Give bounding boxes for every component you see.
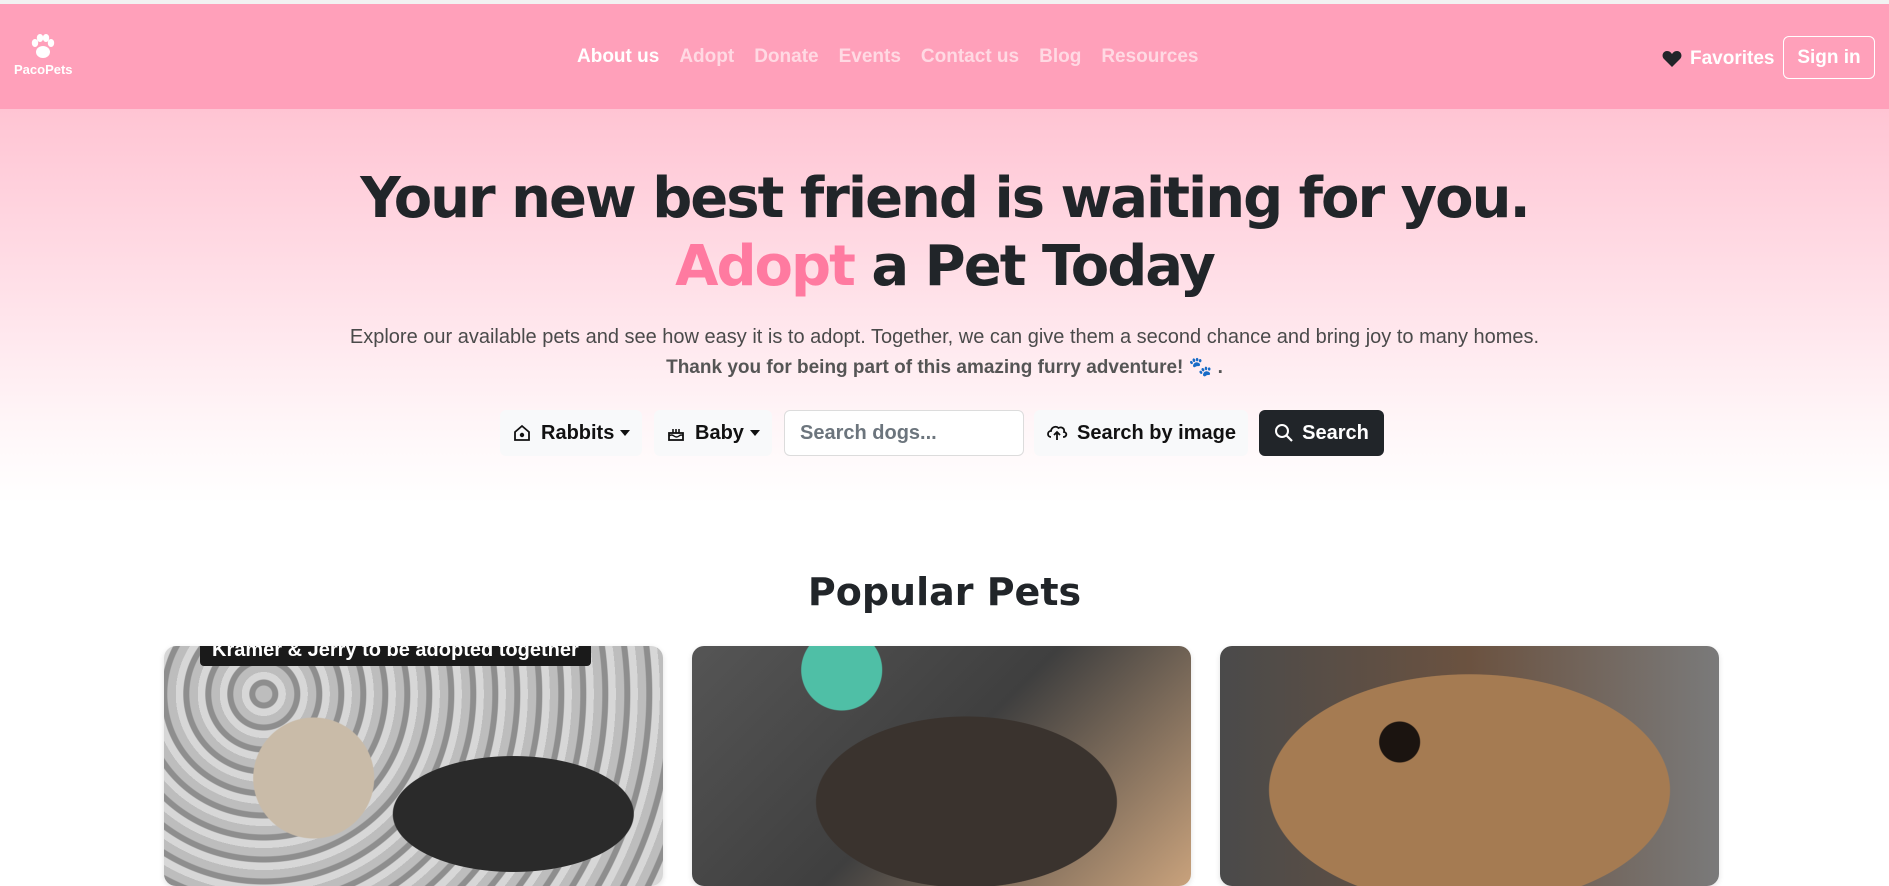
nav-links: About us Adopt Donate Events Contact us …	[577, 46, 1199, 68]
search-icon	[1275, 424, 1293, 442]
sign-in-button[interactable]: Sign in	[1783, 36, 1875, 79]
nav-link-about-us[interactable]: About us	[577, 46, 659, 68]
paw-icon	[31, 34, 55, 58]
brand-logo[interactable]: PacoPets	[14, 34, 73, 77]
pet-house-icon	[514, 424, 530, 441]
pet-photo	[692, 646, 1191, 886]
cake-icon	[668, 429, 684, 441]
search-by-image-label: Search by image	[1077, 421, 1236, 444]
hero-title: Your new best friend is waiting for you.…	[0, 165, 1889, 301]
search-bar: Rabbits Baby Search by image Search	[0, 410, 1889, 456]
nav-link-adopt[interactable]: Adopt	[679, 46, 734, 68]
chevron-down-icon	[620, 430, 631, 436]
popular-pets-title: Popular Pets	[807, 570, 1082, 614]
pet-photo: Kramer & Jerry to be adopted together	[164, 646, 663, 886]
pet-photo	[1220, 646, 1719, 886]
nav-link-resources[interactable]: Resources	[1101, 46, 1198, 68]
nav-link-donate[interactable]: Donate	[754, 46, 818, 68]
cloud-upload-icon	[1047, 425, 1068, 440]
search-button-label: Search	[1302, 421, 1369, 444]
heart-icon	[1662, 51, 1682, 67]
hero-title-accent: Adopt	[675, 234, 856, 299]
pet-card[interactable]	[1220, 646, 1719, 886]
hero-thanks-text: Thank you for being part of this amazing…	[666, 357, 1184, 378]
nav-link-events[interactable]: Events	[839, 46, 901, 68]
photo-caption: Kramer & Jerry to be adopted together	[200, 646, 591, 666]
search-by-image-button[interactable]: Search by image	[1034, 410, 1248, 456]
pet-type-dropdown[interactable]: Rabbits	[500, 410, 643, 456]
hero-thanks-end: .	[1217, 357, 1223, 378]
search-input[interactable]	[784, 410, 1024, 456]
hero-title-line1: Your new best friend is waiting for you.	[360, 166, 1530, 231]
navbar: PacoPets About us Adopt Donate Events Co…	[0, 4, 1889, 109]
chevron-down-icon	[749, 430, 760, 436]
pet-card[interactable]	[692, 646, 1191, 886]
search-button[interactable]: Search	[1259, 410, 1384, 456]
nav-link-contact-us[interactable]: Contact us	[921, 46, 1019, 68]
paw-prints-icon: 🐾	[1188, 357, 1213, 378]
age-dropdown[interactable]: Baby	[654, 410, 772, 456]
nav-link-blog[interactable]: Blog	[1039, 46, 1081, 68]
pet-type-label: Rabbits	[541, 421, 615, 444]
favorites-link[interactable]: Favorites	[1662, 48, 1774, 70]
favorites-label: Favorites	[1690, 48, 1775, 69]
hero-title-line2: a Pet Today	[853, 234, 1215, 299]
hero-thanks: Thank you for being part of this amazing…	[0, 355, 1889, 379]
brand-name: PacoPets	[14, 62, 73, 77]
pet-card[interactable]: Kramer & Jerry to be adopted together	[164, 646, 663, 886]
hero-description: Explore our available pets and see how e…	[349, 326, 1540, 348]
age-label: Baby	[695, 421, 744, 444]
